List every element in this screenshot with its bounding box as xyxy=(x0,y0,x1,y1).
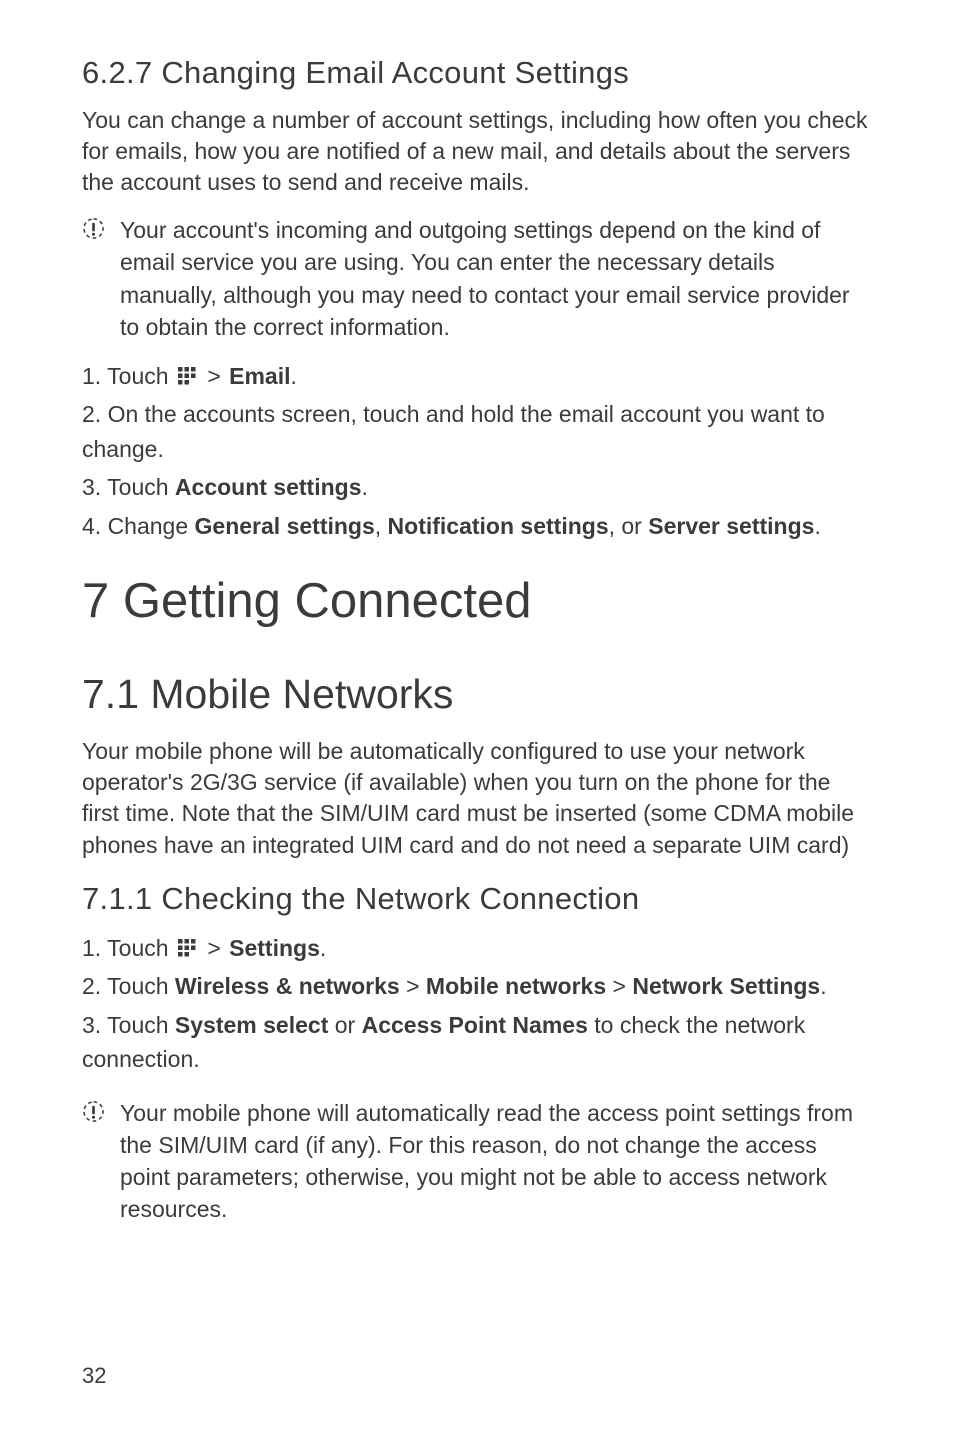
step-text: > xyxy=(606,973,632,999)
note-block-627: Your account's incoming and outgoing set… xyxy=(82,214,872,343)
step-text: . xyxy=(820,973,826,999)
step-bold: General settings xyxy=(195,513,375,539)
step-text: > xyxy=(207,363,227,389)
step-text: > xyxy=(400,973,426,999)
heading-627: 6.2.7 Changing Email Account Settings xyxy=(82,55,872,91)
note-text-711: Your mobile phone will automatically rea… xyxy=(120,1097,872,1226)
note-block-711: Your mobile phone will automatically rea… xyxy=(82,1097,872,1226)
step-bold: Mobile networks xyxy=(426,973,606,999)
note-icon-wrap xyxy=(82,1097,120,1226)
page-number: 32 xyxy=(82,1363,106,1389)
step-text: . xyxy=(291,363,297,389)
step-bold: Settings xyxy=(229,935,320,961)
heading-7: 7 Getting Connected xyxy=(82,573,872,629)
step-711-2: 2. Touch Wireless & networks > Mobile ne… xyxy=(82,969,872,1004)
heading-71: 7.1 Mobile Networks xyxy=(82,671,872,718)
step-711-1: 1. Touch > Settings. xyxy=(82,931,872,966)
step-bold: Access Point Names xyxy=(362,1012,588,1038)
step-text: 3. Touch xyxy=(82,1012,175,1038)
step-bold: System select xyxy=(175,1012,328,1038)
step-627-3: 3. Touch Account settings. xyxy=(82,470,872,505)
note-icon-wrap xyxy=(82,214,120,343)
intro-71: Your mobile phone will be automatically … xyxy=(82,736,872,860)
step-text: . xyxy=(320,935,326,961)
steps-711: 1. Touch > Settings. 2. Touch Wireless &… xyxy=(82,931,872,1077)
step-text: , xyxy=(375,513,388,539)
step-text: . xyxy=(362,474,368,500)
step-711-3: 3. Touch System select or Access Point N… xyxy=(82,1008,872,1077)
info-warning-icon xyxy=(82,1100,105,1123)
apps-grid-icon xyxy=(178,367,196,385)
apps-grid-icon xyxy=(178,939,196,957)
step-bold: Email xyxy=(229,363,290,389)
step-text: 4. Change xyxy=(82,513,195,539)
info-warning-icon xyxy=(82,217,105,240)
note-text-627: Your account's incoming and outgoing set… xyxy=(120,214,872,343)
step-627-2: 2. On the accounts screen, touch and hol… xyxy=(82,397,872,466)
step-bold: Notification settings xyxy=(388,513,609,539)
step-text: . xyxy=(814,513,820,539)
steps-627: 1. Touch > Email. 2. On the accounts scr… xyxy=(82,359,872,544)
step-bold: Network Settings xyxy=(632,973,820,999)
step-text: 1. Touch xyxy=(82,363,175,389)
step-text: or xyxy=(328,1012,361,1038)
step-627-1: 1. Touch > Email. xyxy=(82,359,872,394)
step-text: , or xyxy=(609,513,649,539)
step-text: 3. Touch xyxy=(82,474,175,500)
step-text: 1. Touch xyxy=(82,935,175,961)
step-bold: Wireless & networks xyxy=(175,973,400,999)
heading-711: 7.1.1 Checking the Network Connection xyxy=(82,881,872,917)
step-627-4: 4. Change General settings, Notification… xyxy=(82,509,872,544)
step-text: 2. Touch xyxy=(82,973,175,999)
intro-627: You can change a number of account setti… xyxy=(82,105,872,198)
step-text: > xyxy=(207,935,227,961)
step-bold: Account settings xyxy=(175,474,362,500)
step-bold: Server settings xyxy=(648,513,814,539)
